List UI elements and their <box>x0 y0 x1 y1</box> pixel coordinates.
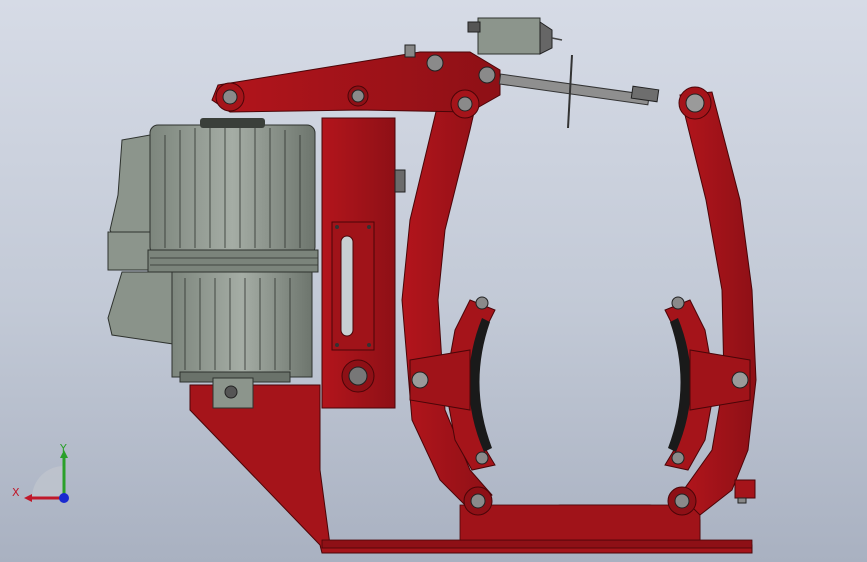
top-lever <box>211 44 501 119</box>
left-bottom-pivot <box>463 486 493 516</box>
column-bottom-pin <box>341 359 375 393</box>
drum-brake-model <box>107 17 757 554</box>
view-orientation-triad-icon: X Y <box>12 442 69 503</box>
cad-viewport[interactable]: X Y <box>0 0 867 562</box>
motor-thruster <box>107 118 319 409</box>
y-axis-label: Y <box>59 442 67 455</box>
tie-rod <box>498 54 660 129</box>
z-axis-origin <box>59 493 69 503</box>
x-axis-label: X <box>12 486 20 499</box>
limit-switch <box>467 17 563 55</box>
adjust-bolt-right <box>734 479 756 504</box>
right-bottom-pivot <box>667 486 697 516</box>
